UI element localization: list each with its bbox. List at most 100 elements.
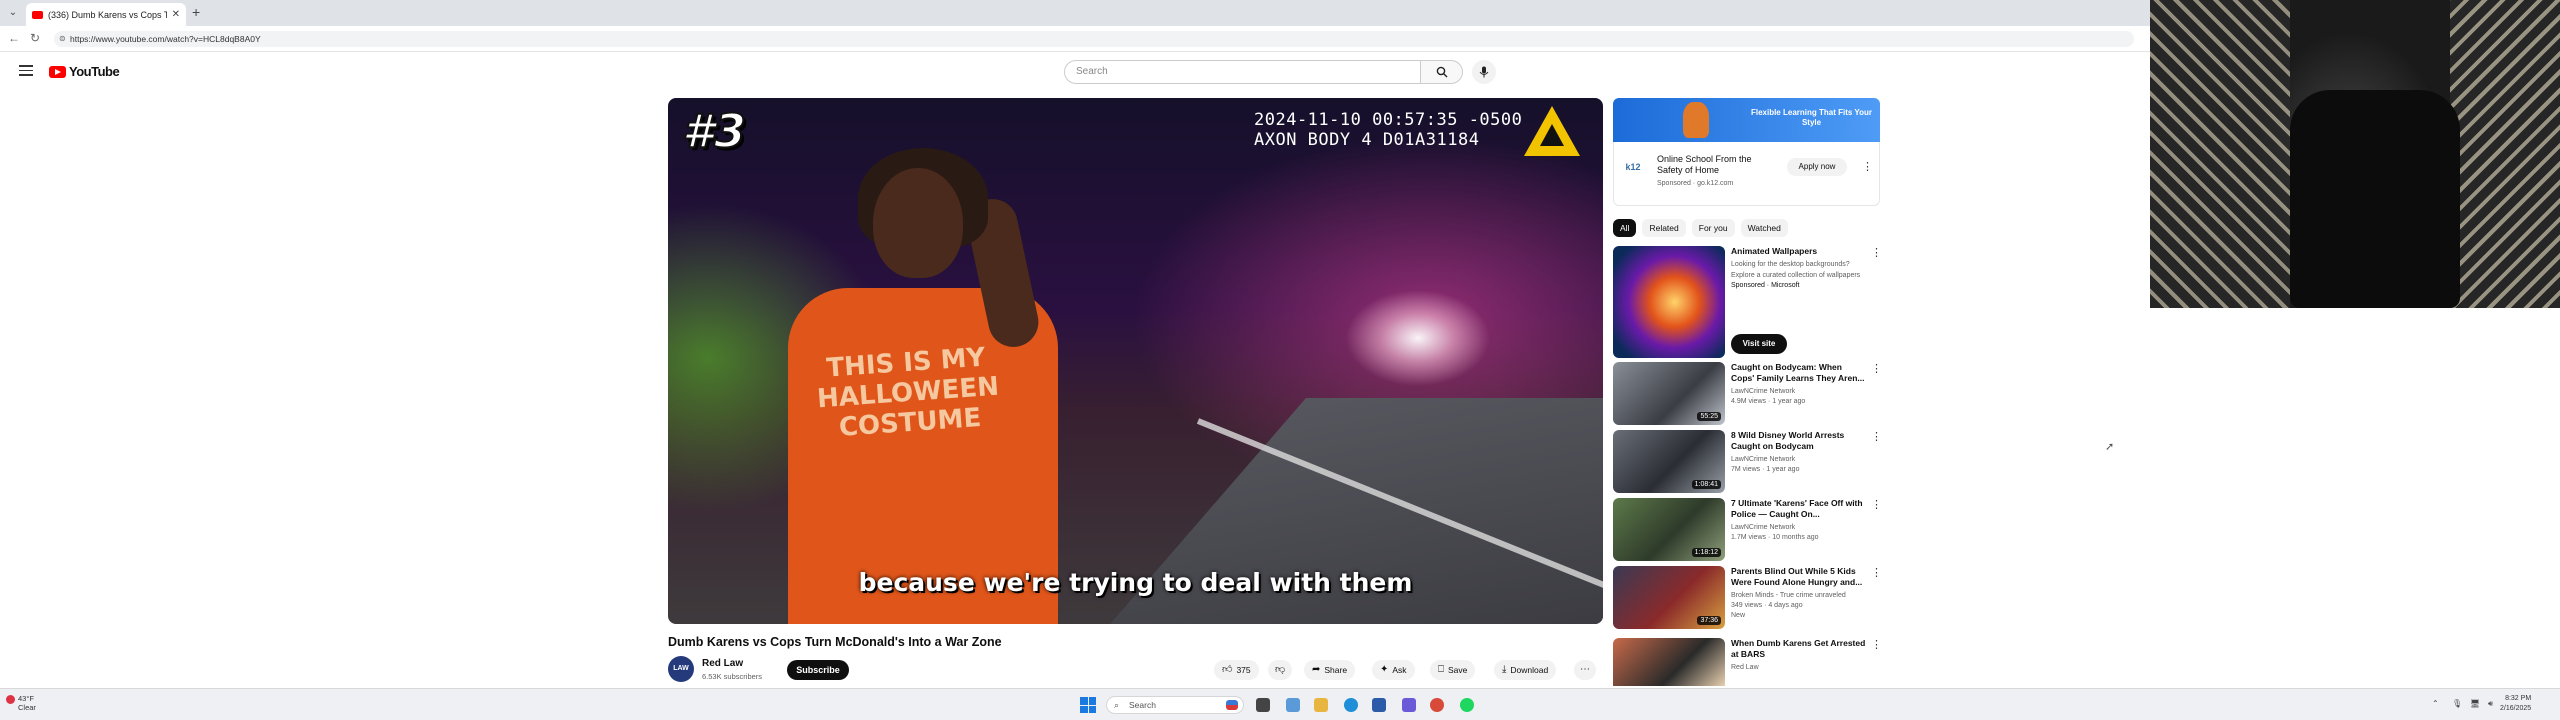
search-icon <box>1436 66 1447 78</box>
task-view-icon[interactable] <box>1256 698 1270 712</box>
recommendation-thumbnail[interactable] <box>1613 246 1725 358</box>
flag-icon[interactable] <box>1226 700 1238 710</box>
recommendation-title[interactable]: Caught on Bodycam: When Cops' Family Lea… <box>1731 362 1866 384</box>
recommendation-item[interactable]: 55:25 Caught on Bodycam: When Cops' Fami… <box>1613 362 1883 427</box>
recommendation-channel[interactable]: Broken Minds - True crime unraveled <box>1731 590 1866 601</box>
browser-tab-active[interactable]: (336) Dumb Karens vs Cops T... ✕ <box>26 3 186 26</box>
save-button[interactable]: ⎕ Save <box>1430 660 1476 680</box>
axon-logo-icon <box>1524 106 1580 156</box>
recommendation-title[interactable]: Parents Blind Out While 5 Kids Were Foun… <box>1731 566 1866 588</box>
video-player[interactable]: THIS IS MY HALLOWEEN COSTUME #3 2024-11-… <box>668 98 1603 624</box>
store-icon[interactable] <box>1372 698 1386 712</box>
recommendation-channel[interactable]: LawNCrime Network <box>1731 386 1866 397</box>
recommendation-more-icon[interactable]: ⋮ <box>1871 640 1882 651</box>
recommendation-item[interactable]: 1:08:41 8 Wild Disney World Arrests Caug… <box>1613 430 1883 495</box>
tab-list-dropdown-icon[interactable]: ⌄ <box>4 5 22 21</box>
file-explorer-icon[interactable] <box>1314 698 1328 712</box>
recommendation-thumbnail[interactable]: 1:08:41 <box>1613 430 1725 493</box>
like-button[interactable]: 👍︎ 375 <box>1214 660 1259 680</box>
recommendation-more-icon[interactable]: ⋮ <box>1871 568 1882 579</box>
teams-icon[interactable] <box>1402 698 1416 712</box>
recommendation-more-icon[interactable]: ⋮ <box>1871 432 1882 443</box>
ad-more-icon[interactable]: ⋮ <box>1862 162 1873 173</box>
chip-all[interactable]: All <box>1613 219 1637 237</box>
apply-now-button[interactable]: Apply now <box>1787 158 1847 176</box>
recommendation-more-icon[interactable]: ⋮ <box>1871 248 1882 259</box>
taskbar-clock[interactable]: 8:32 PM 2/16/2025 <box>2500 694 2531 714</box>
ad-sponsored: Sponsored · go.k12.com <box>1657 180 1734 187</box>
weather-temp: 43°F <box>18 694 34 703</box>
tray-mic-icon[interactable]: 🎙︎ <box>2452 699 2462 708</box>
download-button[interactable]: ⤓ Download <box>1494 660 1557 680</box>
recommendation-channel[interactable]: LawNCrime Network <box>1731 454 1866 465</box>
recommendation-thumbnail[interactable]: 1:18:12 <box>1613 498 1725 561</box>
ad-info-card[interactable]: k12 Online School From the Safety of Hom… <box>1613 142 1880 206</box>
recommendation-title[interactable]: 8 Wild Disney World Arrests Caught on Bo… <box>1731 430 1866 452</box>
youtube-logo[interactable]: YouTube <box>49 64 120 79</box>
recommendation-item[interactable]: 37:36 Parents Blind Out While 5 Kids Wer… <box>1613 566 1883 631</box>
chrome-icon[interactable] <box>1430 698 1444 712</box>
dislike-button[interactable]: 👎︎ <box>1268 660 1293 680</box>
microphone-icon <box>1479 66 1489 78</box>
new-tab-icon[interactable]: + <box>192 4 200 20</box>
chip-watched[interactable]: Watched <box>1740 219 1788 237</box>
edge-icon[interactable] <box>1344 698 1358 712</box>
webcam-shirt-left <box>2150 0 2290 308</box>
site-info-icon[interactable]: ⊜ <box>59 31 66 47</box>
recommendation-channel[interactable]: Red Law <box>1731 662 1866 673</box>
save-label: Save <box>1448 665 1468 675</box>
recommendation-sponsor: Sponsored · Microsoft <box>1731 282 1800 289</box>
search-button[interactable] <box>1421 60 1463 84</box>
recommendation-title[interactable]: When Dumb Karens Get Arrested at BARS <box>1731 638 1866 660</box>
channel-avatar[interactable]: LAW <box>668 656 694 682</box>
recommendation-more-icon[interactable]: ⋮ <box>1871 364 1882 375</box>
chip-for-you[interactable]: For you <box>1691 219 1735 237</box>
voice-search-button[interactable] <box>1472 60 1496 84</box>
search-input[interactable]: Search <box>1064 60 1421 84</box>
webcam-chair <box>2290 90 2460 308</box>
recommendation-thumbnail[interactable] <box>1613 638 1725 686</box>
share-button[interactable]: ➦ Share <box>1304 660 1356 680</box>
share-label: Share <box>1324 665 1348 675</box>
ask-button[interactable]: ✦ Ask <box>1372 660 1415 680</box>
recommendation-thumbnail[interactable]: 55:25 <box>1613 362 1725 425</box>
bodycam-timestamp-line2: AXON BODY 4 D01A31184 <box>1254 130 1480 150</box>
ad-logo: k12 <box>1620 154 1646 180</box>
video-rank-label: #3 <box>681 103 747 159</box>
recommendation-more-icon[interactable]: ⋮ <box>1871 500 1882 511</box>
tray-volume-icon[interactable]: 🔊︎ <box>2488 699 2493 709</box>
recommendation-item[interactable]: 1:18:12 7 Ultimate 'Karens' Face Off wit… <box>1613 498 1883 563</box>
youtube-header: YouTube Search <box>0 52 2150 92</box>
windows-start-icon[interactable] <box>1080 697 1096 713</box>
tab-close-icon[interactable]: ✕ <box>172 9 180 20</box>
recommendation-title[interactable]: 7 Ultimate 'Karens' Face Off with Police… <box>1731 498 1866 520</box>
visit-site-button[interactable]: Visit site <box>1731 334 1787 354</box>
reload-icon[interactable]: ↻ <box>30 31 40 45</box>
menu-icon[interactable] <box>19 65 33 79</box>
chip-related[interactable]: Related <box>1642 219 1686 237</box>
channel-name[interactable]: Red Law <box>702 658 743 669</box>
back-icon[interactable]: ← <box>8 31 20 45</box>
weather-desc: Clear <box>18 703 36 712</box>
more-horizontal-icon: ⋯ <box>1580 664 1590 675</box>
recommendation-meta: 7 Ultimate 'Karens' Face Off with Police… <box>1731 498 1866 543</box>
recommendation-views: 1.7M views · 10 months ago <box>1731 534 1819 541</box>
recommendation-item[interactable]: Animated Wallpapers Looking for the desk… <box>1613 246 1883 358</box>
subscribe-button[interactable]: Subscribe <box>787 660 849 680</box>
bodycam-timestamp: 2024-11-10 00:57:35 -0500 AXON BODY 4 D0… <box>1254 110 1522 150</box>
recommendation-channel[interactable]: LawNCrime Network <box>1731 522 1866 533</box>
url-field[interactable]: ⊜ https://www.youtube.com/watch?v=HCL8dq… <box>54 31 2134 47</box>
recommendation-thumbnail[interactable]: 37:36 <box>1613 566 1725 629</box>
thumbs-down-icon: 👎︎ <box>1275 664 1286 675</box>
spotify-icon[interactable] <box>1460 698 1474 712</box>
recommendation-meta: Caught on Bodycam: When Cops' Family Lea… <box>1731 362 1866 407</box>
copilot-icon[interactable] <box>1286 698 1300 712</box>
ad-banner-image[interactable]: Flexible Learning That Fits Your Style <box>1613 98 1880 142</box>
tray-network-icon[interactable]: 🖥︎ <box>2470 699 2480 708</box>
weather-widget[interactable]: 43°F Clear <box>6 694 36 712</box>
more-actions-button[interactable]: ⋯ <box>1574 660 1596 680</box>
tray-chevron-icon[interactable]: ⌃ <box>2432 699 2439 708</box>
recommendation-title[interactable]: Animated Wallpapers <box>1731 246 1866 257</box>
recommendation-item[interactable]: When Dumb Karens Get Arrested at BARS Re… <box>1613 638 1883 686</box>
taskbar-search[interactable]: ⌕ Search <box>1106 696 1244 714</box>
